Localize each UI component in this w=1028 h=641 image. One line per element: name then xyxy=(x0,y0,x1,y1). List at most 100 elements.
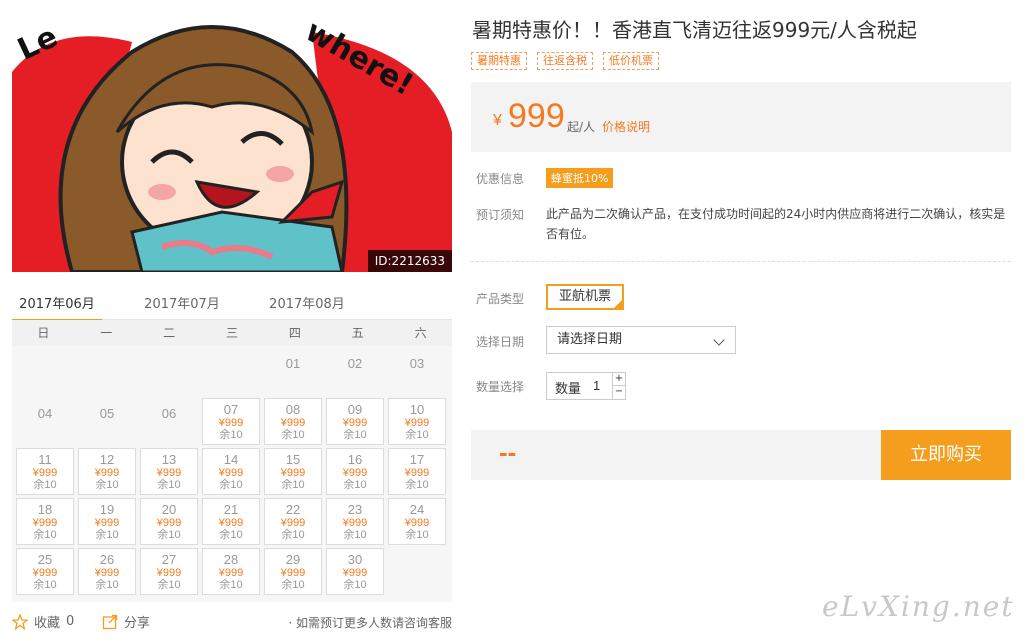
day-stock: 余10 xyxy=(157,479,181,491)
calendar-day[interactable]: 24 ¥999 余10 xyxy=(388,498,446,545)
day-price: ¥999 xyxy=(218,517,244,529)
quantity-label: 数量选择 xyxy=(476,380,525,394)
day-number: 15 xyxy=(285,452,301,467)
calendar-day[interactable]: 29 ¥999 余10 xyxy=(264,548,322,595)
day-stock: 余10 xyxy=(405,429,429,441)
day-price: ¥999 xyxy=(280,467,306,479)
day-price: ¥999 xyxy=(280,417,306,429)
day-number: 17 xyxy=(409,452,425,467)
day-number: 26 xyxy=(99,552,115,567)
day-price: ¥999 xyxy=(32,517,58,529)
day-stock: 余10 xyxy=(33,529,57,541)
site-watermark: eLvXing.net xyxy=(822,590,1015,623)
calendar-day[interactable]: 15 ¥999 余10 xyxy=(264,448,322,495)
calendar-day[interactable]: 18 ¥999 余10 xyxy=(16,498,74,545)
day-stock: 余10 xyxy=(405,479,429,491)
calendar-day[interactable]: 21 ¥999 余10 xyxy=(202,498,260,545)
calendar-day[interactable]: 28 ¥999 余10 xyxy=(202,548,260,595)
booking-note: · 如需预订更多人数请咨询客服 xyxy=(288,616,452,630)
day-price: ¥999 xyxy=(404,517,430,529)
day-stock: 余10 xyxy=(405,529,429,541)
day-number: 05 xyxy=(99,406,115,421)
quantity-stepper: 数量 1 + − xyxy=(546,372,626,400)
buy-now-button[interactable]: 立即购买 xyxy=(881,430,1011,480)
share-icon xyxy=(102,614,118,629)
day-price: ¥999 xyxy=(404,417,430,429)
calendar-day[interactable]: 13 ¥999 余10 xyxy=(140,448,198,495)
quantity-value[interactable]: 1 xyxy=(593,378,600,393)
day-number: 08 xyxy=(285,402,301,417)
price-explanation-link[interactable]: 价格说明 xyxy=(602,118,650,135)
product-type-label: 产品类型 xyxy=(476,292,525,306)
day-number: 18 xyxy=(37,502,53,517)
day-stock: 余10 xyxy=(281,529,305,541)
date-select[interactable]: 请选择日期 xyxy=(546,326,736,354)
weekday-label: 四 xyxy=(288,326,301,340)
product-id-badge: ID:2212633 xyxy=(367,250,452,272)
quantity-decrease-button[interactable]: − xyxy=(612,386,625,399)
day-stock: 余10 xyxy=(95,479,119,491)
star-icon xyxy=(12,613,28,630)
day-stock: 余10 xyxy=(219,579,243,591)
day-price: ¥999 xyxy=(218,417,244,429)
day-number: 22 xyxy=(285,502,301,517)
calendar-day[interactable]: 26 ¥999 余10 xyxy=(78,548,136,595)
day-number: 20 xyxy=(161,502,177,517)
day-stock: 余10 xyxy=(157,579,181,591)
tab-2017-07[interactable]: 2017年07月 xyxy=(137,293,227,320)
day-number: 19 xyxy=(99,502,115,517)
tag-round-trip-tax: 往返含税 xyxy=(537,52,593,70)
calendar-day[interactable]: 30 ¥999 余10 xyxy=(326,548,384,595)
favorite-button[interactable]: 收藏 0 xyxy=(12,612,74,631)
day-price: ¥999 xyxy=(218,567,244,579)
calendar-day[interactable]: 08 ¥999 余10 xyxy=(264,398,322,445)
share-button[interactable]: 分享 xyxy=(102,612,150,631)
day-number: 07 xyxy=(223,402,239,417)
day-number: 27 xyxy=(161,552,177,567)
day-price: ¥999 xyxy=(342,567,368,579)
calendar-day[interactable]: 22 ¥999 余10 xyxy=(264,498,322,545)
day-stock: 余10 xyxy=(281,429,305,441)
calendar-day[interactable]: 07 ¥999 余10 xyxy=(202,398,260,445)
day-stock: 余10 xyxy=(219,529,243,541)
day-number: 21 xyxy=(223,502,239,517)
day-price: ¥999 xyxy=(342,517,368,529)
calendar-day[interactable]: 20 ¥999 余10 xyxy=(140,498,198,545)
chevron-down-icon xyxy=(713,334,725,346)
price-value: 999 xyxy=(508,97,565,135)
calendar-day-empty: 01 xyxy=(264,348,322,395)
day-stock: 余10 xyxy=(157,529,181,541)
tab-2017-06[interactable]: 2017年06月 xyxy=(12,293,102,322)
page-title: 暑期特惠价！！香港直飞清迈往返999元/人含税起 xyxy=(472,18,917,42)
day-number: 02 xyxy=(347,356,363,371)
day-price: ¥999 xyxy=(280,567,306,579)
quantity-increase-button[interactable]: + xyxy=(612,373,625,386)
calendar-day[interactable]: 11 ¥999 余10 xyxy=(16,448,74,495)
day-price: ¥999 xyxy=(32,467,58,479)
product-tags: 暑期特惠 往返含税 低价机票 xyxy=(471,52,659,70)
weekday-header: 日 一 二 三 四 五 六 xyxy=(12,320,452,346)
product-type-option[interactable]: 亚航机票 xyxy=(546,284,624,310)
discount-badge: 蜂蜜抵10% xyxy=(546,168,614,188)
day-stock: 余10 xyxy=(343,479,367,491)
day-number: 09 xyxy=(347,402,363,417)
day-price: ¥999 xyxy=(342,417,368,429)
day-stock: 余10 xyxy=(343,529,367,541)
calendar-day[interactable]: 19 ¥999 余10 xyxy=(78,498,136,545)
tab-2017-08[interactable]: 2017年08月 xyxy=(262,293,352,320)
calendar-day-empty: 03 xyxy=(388,348,446,395)
calendar-day[interactable]: 12 ¥999 余10 xyxy=(78,448,136,495)
calendar-day[interactable]: 25 ¥999 余10 xyxy=(16,548,74,595)
calendar-day[interactable]: 17 ¥999 余10 xyxy=(388,448,446,495)
day-price: ¥999 xyxy=(280,517,306,529)
calendar-day[interactable]: 14 ¥999 余10 xyxy=(202,448,260,495)
calendar-day[interactable]: 10 ¥999 余10 xyxy=(388,398,446,445)
notice-label: 预订须知 xyxy=(476,208,525,222)
day-number: 03 xyxy=(409,356,425,371)
calendar-day[interactable]: 23 ¥999 余10 xyxy=(326,498,384,545)
calendar-day[interactable]: 16 ¥999 余10 xyxy=(326,448,384,495)
calendar-day[interactable]: 27 ¥999 余10 xyxy=(140,548,198,595)
calendar-day[interactable]: 09 ¥999 余10 xyxy=(326,398,384,445)
tag-summer-deal: 暑期特惠 xyxy=(471,52,527,70)
calendar-day-empty: 04 xyxy=(16,398,74,445)
